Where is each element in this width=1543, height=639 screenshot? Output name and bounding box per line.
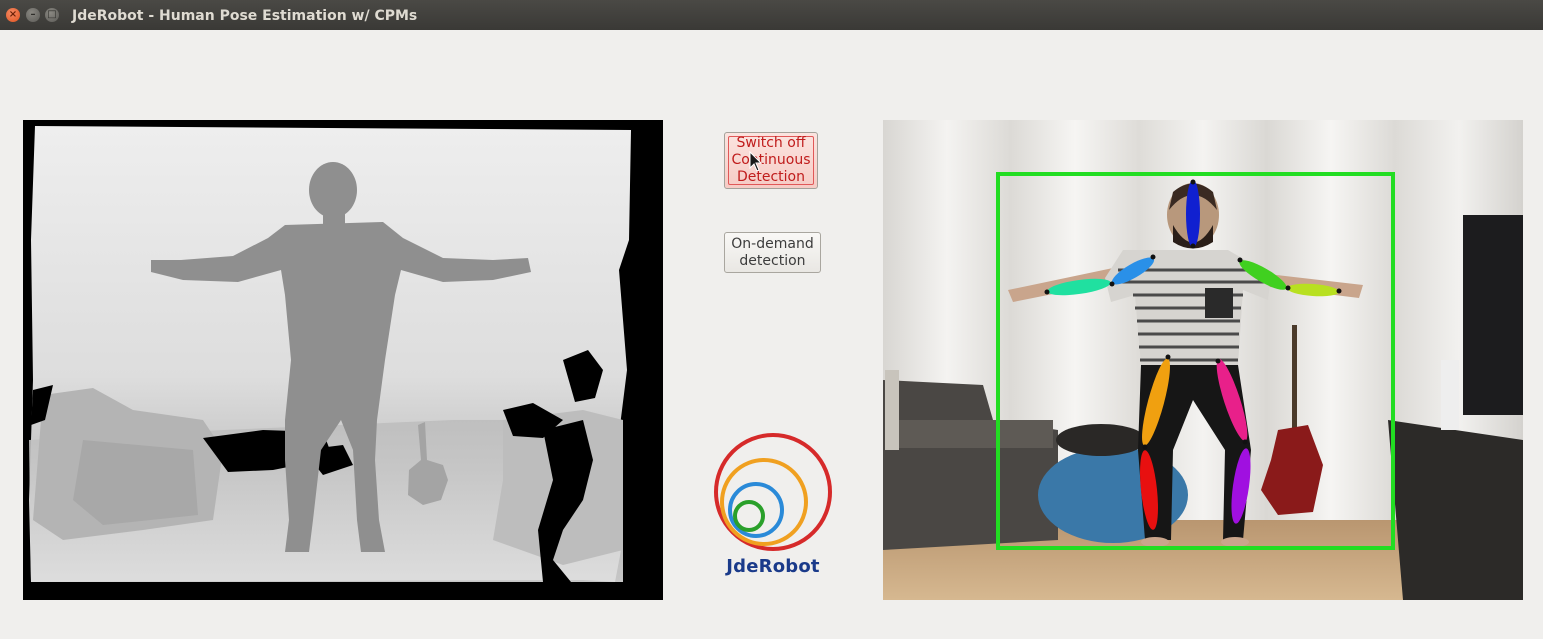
- continuous-label-line3: Detection: [736, 169, 805, 185]
- jderobot-logo: JdeRobot: [712, 430, 834, 582]
- ondemand-label-line1: On-demand: [731, 235, 814, 252]
- on-demand-detection-button[interactable]: On-demand detection: [724, 232, 821, 273]
- mouse-cursor-icon: [749, 151, 763, 172]
- depth-image-panel: [23, 120, 663, 600]
- close-window-button[interactable]: ×: [6, 8, 20, 22]
- camera-image-with-pose: [883, 120, 1523, 600]
- continuous-label-line1: Switch off: [736, 135, 806, 151]
- window-title: JdeRobot - Human Pose Estimation w/ CPMs: [72, 8, 418, 24]
- continuous-label-line2: Continuous: [731, 152, 811, 168]
- window-titlebar: × – □ JdeRobot - Human Pose Estimation w…: [0, 0, 1543, 30]
- minimize-window-button[interactable]: –: [26, 8, 40, 22]
- switch-off-continuous-detection-button[interactable]: Switch off Continuous Detection: [724, 132, 818, 189]
- logo-text: JdeRobot: [726, 556, 820, 577]
- maximize-window-button[interactable]: □: [45, 8, 59, 22]
- ondemand-label-line2: detection: [739, 252, 806, 269]
- rgb-image-panel: [883, 120, 1523, 600]
- depth-image: [23, 120, 663, 600]
- jderobot-rings-icon: [714, 433, 832, 551]
